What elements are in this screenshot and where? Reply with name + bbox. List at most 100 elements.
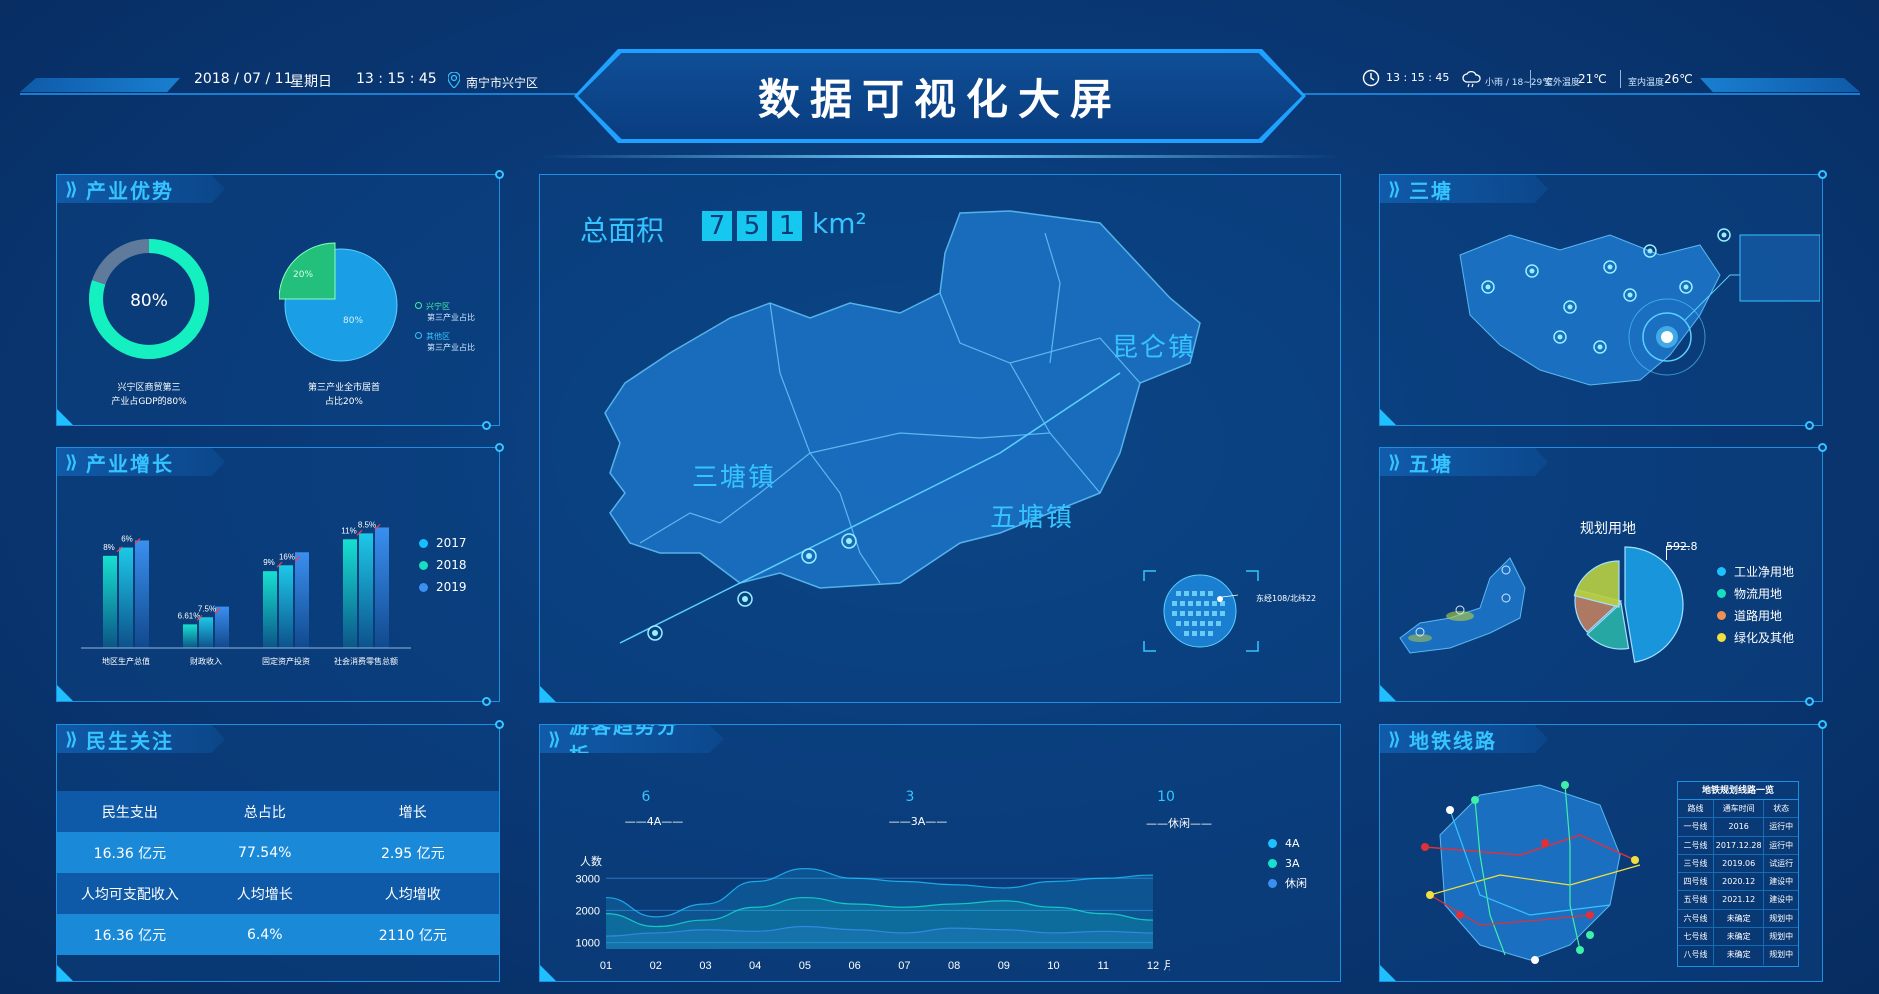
ring-value: 80% — [130, 291, 168, 311]
header-right-deco — [1700, 78, 1860, 92]
panel-metro: ⟫ 地铁线路 地铁规划线路一览 路线 通车时间 状态 一号线 2016 运行中 二号线 20… — [1379, 720, 1827, 982]
panel-title: ⟫ 五塘 — [1380, 448, 1548, 476]
weather-text: 小雨 / 18~29℃ — [1485, 78, 1553, 88]
table-cell: 增长 — [398, 804, 427, 821]
legend-item: 其他区 — [415, 331, 475, 342]
x-tick-label: 11 — [1098, 960, 1109, 972]
bar-annotation: 8.5% — [358, 520, 376, 529]
header-right-line — [1300, 93, 1860, 95]
chevron-right-icon: ⟫ — [1388, 178, 1403, 200]
divider — [1620, 70, 1621, 88]
table-row: 16.36 亿元 77.54% 2.95 亿元 — [57, 832, 499, 873]
santang-map — [1459, 228, 1820, 386]
panel-livelihood: ⟫ 民生关注 民生支出 总占比 增长 16.36 亿元 77.54% 2.95 亿… — [56, 720, 504, 982]
x-tick-label: 01 — [600, 960, 612, 972]
panel-tourist-trend: ⟫ 游客趋势分析 6 ——4A—— 3 ——3A—— 10 ——休闲—— 人数 1… — [539, 724, 1341, 982]
corner-triangle — [1380, 685, 1396, 701]
weather-cloud-icon — [1462, 70, 1482, 92]
header-date: 2018 / 07 / 11 — [194, 71, 293, 87]
x-tick-label: 财政收入 — [190, 656, 222, 666]
table-cell: 人均增收 — [384, 886, 441, 903]
bar — [279, 565, 293, 648]
table-row: 人均可支配收入 人均增长 人均增收 — [57, 873, 499, 914]
legend-item-4a: 4A — [1268, 833, 1307, 853]
y-tick-label: 3000 — [576, 873, 600, 885]
table-cell: 16.36 亿元 — [93, 927, 167, 944]
table-row: 三号线 2019.06 试运行 — [1678, 854, 1798, 874]
corner-triangle — [57, 685, 73, 701]
table-cell: 人均增长 — [236, 886, 293, 903]
stat-value-leisure: 10 — [1157, 789, 1175, 805]
legend-item-2017: 2017 — [419, 532, 467, 554]
bar-annotation: 11% — [341, 526, 356, 535]
header-glow-line — [540, 155, 1340, 158]
header-left-line — [20, 93, 580, 95]
panel-title-text: 产业增长 — [85, 451, 174, 476]
header-weekday: 星期日 — [290, 74, 332, 90]
corner-dot — [482, 421, 491, 430]
land-use-pie-chart — [1573, 546, 1684, 663]
x-tick-label: 02 — [650, 960, 662, 972]
table-row: 16.36 亿元 6.4% 2110 亿元 — [57, 914, 499, 955]
panel-title: ⟫ 游客趋势分析 — [540, 725, 724, 753]
page-title: 数据可视化大屏 — [757, 74, 1122, 124]
legend-item: 物流用地 — [1717, 582, 1794, 604]
table-cell: 2110 亿元 — [378, 927, 447, 944]
corner-dot — [495, 443, 504, 452]
legend-sub: 第三产业占比 — [427, 313, 475, 322]
table-cell: 人均可支配收入 — [80, 886, 179, 903]
corner-triangle — [57, 965, 73, 981]
x-tick-label: 固定资产投资 — [262, 656, 310, 666]
panel-title-text: 地铁线路 — [1408, 728, 1497, 753]
stat-value-3a: 3 — [905, 789, 915, 805]
panel-title-text: 产业优势 — [85, 178, 174, 203]
panel-industry-advantage: ⟫ 产业优势 80% 兴宁区商贸第三 产业占GDP的80% 20% 80% 第三产… — [56, 170, 504, 430]
panel-title-text: 五塘 — [1408, 451, 1453, 476]
legend-item-leisure: 休闲 — [1268, 873, 1307, 893]
temp2-label: 室内温度 — [1628, 78, 1665, 88]
land-use-legend: 工业净用地 物流用地 道路用地 绿化及其他 — [1717, 560, 1794, 648]
temp1-label: 室外温度 — [1544, 78, 1581, 88]
chevron-right-icon: ⟫ — [548, 728, 563, 750]
panel-title: ⟫ 产业增长 — [57, 448, 225, 476]
legend-item-2018: 2018 — [419, 554, 467, 576]
panel-title-text: 民生关注 — [85, 728, 174, 753]
bar — [119, 547, 133, 648]
x-tick-label: 地区生产总值 — [102, 656, 150, 666]
corner-triangle — [540, 965, 556, 981]
bar-annotation: 8% — [103, 543, 115, 552]
pie-chart — [279, 242, 398, 362]
x-tick-label: 05 — [799, 960, 811, 972]
chevron-right-icon: ⟫ — [1388, 451, 1403, 473]
panel-map: 总面积 7 5 1 km² 昆仑镇 三塘镇 五塘镇 东经108/北纬22 — [539, 174, 1341, 703]
corner-triangle — [1380, 965, 1396, 981]
corner-triangle — [1380, 409, 1396, 425]
stat-label-4a: ——4A—— — [624, 815, 684, 828]
bar-annotation: 9% — [263, 558, 275, 567]
corner-triangle — [57, 409, 73, 425]
table-row: 二号线 2017.12.28 运行中 — [1678, 836, 1798, 855]
clock-icon — [1362, 69, 1380, 91]
x-tick-label: 08 — [948, 960, 960, 972]
panel-title: ⟫ 产业优势 — [57, 175, 225, 203]
y-tick-label: 2000 — [576, 905, 600, 917]
panel-title: ⟫ 地铁线路 — [1380, 725, 1548, 753]
panel-title-text: 三塘 — [1408, 178, 1453, 203]
corner-dot — [1805, 697, 1814, 706]
bar — [359, 533, 373, 648]
legend-item-2019: 2019 — [419, 576, 467, 598]
table-row: 八号线 未确定 规划中 — [1678, 946, 1798, 965]
bar-annotation: 16% — [279, 552, 295, 561]
table-row: 一号线 2016 运行中 — [1678, 818, 1798, 837]
table-row: 七号线 未确定 规划中 — [1678, 928, 1798, 947]
x-tick-label: 07 — [898, 960, 910, 972]
header-location: 南宁市兴宁区 — [466, 76, 539, 90]
pie-title: 规划用地 — [1580, 521, 1636, 537]
corner-dot — [482, 697, 491, 706]
corner-dot — [1818, 720, 1827, 729]
table-cell: 2.95 亿元 — [380, 845, 445, 862]
livelihood-table: 民生支出 总占比 增长 16.36 亿元 77.54% 2.95 亿元 人均可支… — [57, 791, 499, 955]
bar-annotation: 7.5% — [198, 604, 216, 613]
bar — [295, 552, 309, 648]
globe-icon — [1143, 570, 1259, 652]
